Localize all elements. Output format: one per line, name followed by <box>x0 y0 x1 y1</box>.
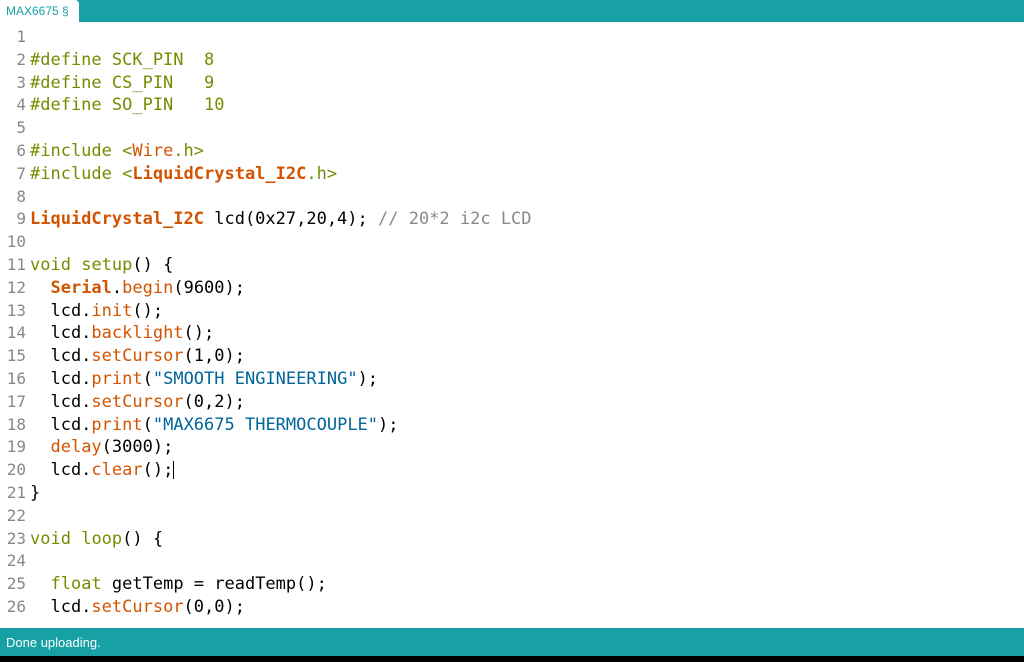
status-bar: Done uploading. <box>0 628 1024 656</box>
status-text: Done uploading. <box>6 635 101 650</box>
code-line[interactable]: #define SCK_PIN 8 <box>30 49 1024 72</box>
code-line[interactable]: lcd.init(); <box>30 300 1024 323</box>
line-number: 22 <box>0 505 26 528</box>
line-number: 23 <box>0 528 26 551</box>
code-content[interactable]: #define SCK_PIN 8#define CS_PIN 9#define… <box>30 26 1024 628</box>
code-line[interactable] <box>30 550 1024 573</box>
line-number: 24 <box>0 550 26 573</box>
line-number: 14 <box>0 322 26 345</box>
code-line[interactable]: #define CS_PIN 9 <box>30 72 1024 95</box>
line-number: 19 <box>0 436 26 459</box>
line-number: 17 <box>0 391 26 414</box>
code-line[interactable]: lcd.clear(); <box>30 459 1024 482</box>
line-number: 1 <box>0 26 26 49</box>
tab-sketch[interactable]: MAX6675 § <box>0 0 79 22</box>
code-line[interactable] <box>30 231 1024 254</box>
code-line[interactable]: LiquidCrystal_I2C lcd(0x27,20,4); // 20*… <box>30 208 1024 231</box>
line-number-gutter: 1234567891011121314151617181920212223242… <box>0 26 30 628</box>
line-number: 20 <box>0 459 26 482</box>
code-line[interactable]: void setup() { <box>30 254 1024 277</box>
line-number: 18 <box>0 414 26 437</box>
code-line[interactable]: lcd.setCursor(1,0); <box>30 345 1024 368</box>
text-cursor <box>173 461 174 479</box>
code-line[interactable] <box>30 117 1024 140</box>
code-line[interactable]: delay(3000); <box>30 436 1024 459</box>
code-line[interactable]: #define SO_PIN 10 <box>30 94 1024 117</box>
code-line[interactable]: lcd.setCursor(0,0); <box>30 596 1024 619</box>
code-line[interactable]: lcd.backlight(); <box>30 322 1024 345</box>
line-number: 25 <box>0 573 26 596</box>
code-line[interactable] <box>30 505 1024 528</box>
console-strip <box>0 656 1024 662</box>
line-number: 6 <box>0 140 26 163</box>
line-number: 10 <box>0 231 26 254</box>
code-line[interactable]: float getTemp = readTemp(); <box>30 573 1024 596</box>
code-line[interactable]: lcd.setCursor(0,2); <box>30 391 1024 414</box>
line-number: 16 <box>0 368 26 391</box>
line-number: 4 <box>0 94 26 117</box>
code-line[interactable]: lcd.print("MAX6675 THERMOCOUPLE"); <box>30 414 1024 437</box>
code-line[interactable]: } <box>30 482 1024 505</box>
code-line[interactable] <box>30 186 1024 209</box>
line-number: 12 <box>0 277 26 300</box>
line-number: 21 <box>0 482 26 505</box>
code-line[interactable]: Serial.begin(9600); <box>30 277 1024 300</box>
line-number: 5 <box>0 117 26 140</box>
line-number: 7 <box>0 163 26 186</box>
line-number: 15 <box>0 345 26 368</box>
line-number: 3 <box>0 72 26 95</box>
line-number: 11 <box>0 254 26 277</box>
line-number: 13 <box>0 300 26 323</box>
code-line[interactable]: #include <Wire.h> <box>30 140 1024 163</box>
code-line[interactable]: #include <LiquidCrystal_I2C.h> <box>30 163 1024 186</box>
line-number: 8 <box>0 186 26 209</box>
code-line[interactable]: lcd.print("SMOOTH ENGINEERING"); <box>30 368 1024 391</box>
code-line[interactable]: void loop() { <box>30 528 1024 551</box>
line-number: 9 <box>0 208 26 231</box>
code-line[interactable] <box>30 26 1024 49</box>
tab-label: MAX6675 § <box>6 4 69 18</box>
line-number: 26 <box>0 596 26 619</box>
code-editor[interactable]: 1234567891011121314151617181920212223242… <box>0 22 1024 628</box>
tab-bar: MAX6675 § <box>0 0 1024 22</box>
line-number: 2 <box>0 49 26 72</box>
